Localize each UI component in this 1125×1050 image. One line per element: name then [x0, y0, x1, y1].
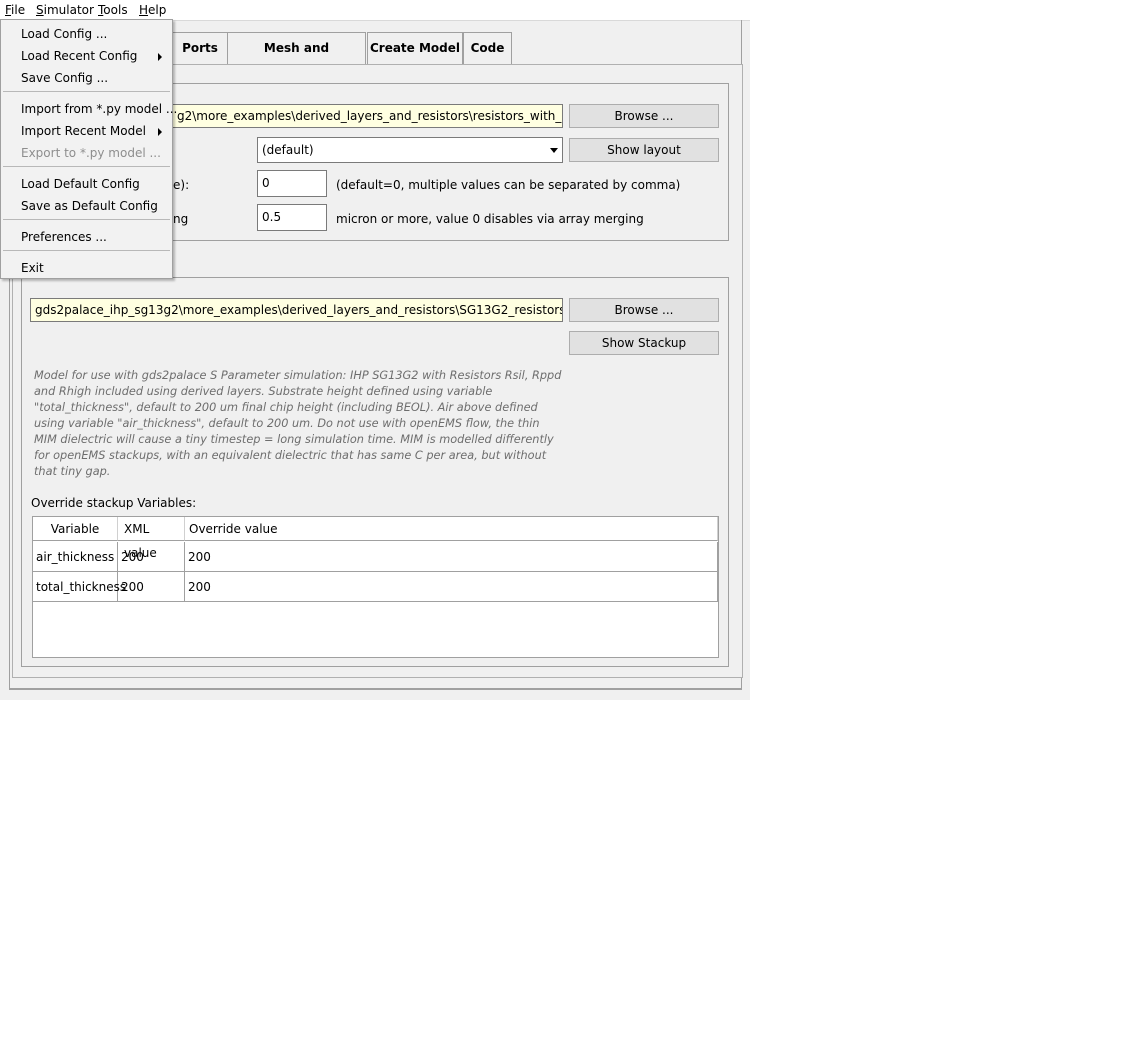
menu-bar: File Simulator Tools Help [0, 0, 750, 21]
menu-simulator[interactable]: Simulator [36, 3, 94, 17]
menu-separator [3, 250, 170, 251]
table-cell-variable[interactable]: total_thickness [33, 572, 126, 602]
stackup-browse-button[interactable]: Browse ... [569, 298, 719, 322]
menu-item-load-default-config[interactable]: Load Default Config [21, 177, 140, 191]
menu-separator [3, 91, 170, 92]
cell-select-value: (default) [262, 143, 314, 157]
app-window: File Simulator Tools Help Ports Mesh and… [0, 0, 750, 700]
column-header-xml-value[interactable]: XML value [118, 517, 185, 560]
tab-ports[interactable]: Ports [172, 32, 228, 64]
menu-help[interactable]: Help [139, 3, 166, 17]
layout-browse-button[interactable]: Browse ... [569, 104, 719, 128]
tab-create-model[interactable]: Create Model [367, 32, 463, 64]
layout-file-path-input[interactable]: g2\more_examples\derived_layers_and_resi… [172, 104, 563, 128]
cell-select[interactable]: (default) [257, 137, 563, 163]
row3-input[interactable]: 0 [257, 170, 327, 197]
menu-separator [3, 166, 170, 167]
menu-item-import-py-model[interactable]: Import from *.py model ... [21, 102, 177, 116]
table-cell-variable[interactable]: air_thickness [33, 542, 118, 572]
menu-item-save-default-config[interactable]: Save as Default Config [21, 199, 158, 213]
menu-item-exit[interactable]: Exit [21, 261, 44, 275]
table-cell-xml-value[interactable]: 200 [118, 542, 185, 572]
stackup-description: Model for use with gds2palace S Paramete… [34, 369, 562, 478]
override-variables-table: Variable XML value Override value air_th… [32, 516, 719, 658]
row3-label: e): [173, 178, 190, 192]
tab-code[interactable]: Code [463, 32, 512, 64]
row3-hint: (default=0, multiple values can be separ… [336, 178, 681, 192]
menu-item-save-config[interactable]: Save Config ... [21, 71, 108, 85]
table-cell-xml-value[interactable]: 200 [118, 572, 185, 602]
menu-file[interactable]: File [5, 3, 25, 17]
submenu-arrow-icon [158, 128, 162, 136]
file-menu-dropdown: Load Config ... Load Recent Config Save … [0, 19, 177, 279]
row4-input[interactable]: 0.5 [257, 204, 327, 231]
row4-hint: micron or more, value 0 disables via arr… [336, 212, 644, 226]
menu-separator [3, 219, 170, 220]
menu-item-export-py-model[interactable]: Export to *.py model ... [21, 146, 161, 160]
override-variables-label: Override stackup Variables: [31, 496, 197, 510]
show-layout-button[interactable]: Show layout [569, 138, 719, 162]
stackup-file-path-input[interactable]: gds2palace_ihp_sg13g2\more_examples\deri… [30, 298, 563, 322]
tab-mesh-and-boundaries[interactable]: Mesh and Boundaries [227, 32, 366, 86]
menu-item-load-config[interactable]: Load Config ... [21, 27, 107, 41]
table-cell-override-value[interactable]: 200 [185, 572, 718, 602]
table-cell-override-value[interactable]: 200 [185, 542, 718, 572]
show-stackup-button[interactable]: Show Stackup [569, 331, 719, 355]
submenu-arrow-icon [158, 53, 162, 61]
menu-item-preferences[interactable]: Preferences ... [21, 230, 107, 244]
menu-tools[interactable]: Tools [98, 3, 128, 17]
chevron-down-icon [550, 148, 558, 153]
menu-item-import-recent-model[interactable]: Import Recent Model [21, 124, 146, 138]
column-header-variable[interactable]: Variable [33, 517, 118, 541]
row4-label: ng [173, 212, 189, 226]
column-header-override-value[interactable]: Override value [185, 517, 718, 541]
menu-item-load-recent-config[interactable]: Load Recent Config [21, 49, 137, 63]
